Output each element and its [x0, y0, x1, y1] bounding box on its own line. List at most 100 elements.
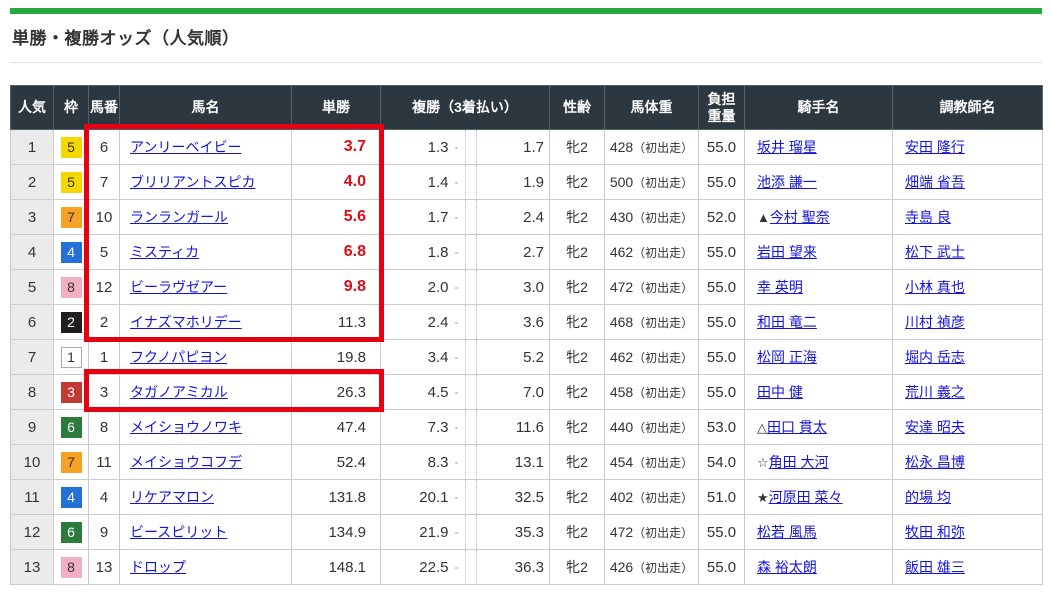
load-weight-cell: 55.0	[699, 165, 745, 200]
place-odds-separator: -	[449, 315, 465, 329]
sex-age-cell: 牝2	[550, 340, 605, 375]
trainer-link[interactable]: 安田 隆行	[905, 139, 965, 155]
jockey-link[interactable]: 坂井 瑠星	[757, 139, 817, 155]
trainer-link[interactable]: 畑端 省吾	[905, 174, 965, 190]
frame-badge: 1	[61, 347, 82, 368]
jockey-cell: 岩田 望来	[745, 235, 893, 270]
jockey-link[interactable]: 岩田 望来	[757, 244, 817, 260]
rank-value: 2	[28, 174, 36, 191]
place-odds: 4.5 - 7.0	[381, 375, 549, 409]
place-odds-max: 2.7	[477, 244, 550, 261]
place-odds-cell: 2.4 - 3.6	[381, 305, 550, 340]
place-odds-separator: -	[449, 280, 465, 294]
place-odds-max: 11.6	[477, 419, 550, 436]
place-odds-min: 7.3	[381, 419, 449, 436]
horse-name-link[interactable]: メイショウノワキ	[130, 419, 242, 435]
load-weight: 51.0	[707, 489, 736, 506]
body-weight-cell: 428（初出走）	[605, 130, 699, 165]
horse-number: 6	[100, 139, 108, 156]
body-weight-cell: 500（初出走）	[605, 165, 699, 200]
rank-value: 12	[24, 524, 41, 541]
load-weight: 55.0	[707, 244, 736, 261]
frame-badge: 6	[61, 522, 82, 543]
sex-age: 牝2	[566, 524, 588, 540]
place-odds-max: 13.1	[477, 454, 550, 471]
body-weight-note: （初出走）	[633, 281, 693, 295]
horse-name-link[interactable]: ビーラヴゼアー	[130, 279, 227, 295]
horse-name-link[interactable]: フクノパピヨン	[130, 349, 227, 365]
load-weight: 55.0	[707, 384, 736, 401]
trainer-cell: 安達 昭夫	[893, 410, 1043, 445]
horse-name-link[interactable]: リケアマロン	[130, 489, 214, 505]
jockey-link[interactable]: 田中 健	[757, 384, 803, 400]
jockey-link[interactable]: 松若 風馬	[757, 524, 817, 540]
trainer-link[interactable]: 堀内 岳志	[905, 349, 965, 365]
rank-cell: 13	[11, 550, 54, 585]
place-odds: 1.3 - 1.7	[381, 130, 549, 164]
horse-name-link[interactable]: ドロップ	[130, 559, 186, 575]
body-weight-note: （初出走）	[633, 246, 693, 260]
horse-name-cell: ドロップ	[120, 550, 292, 585]
body-weight-note: （初出走）	[633, 141, 693, 155]
load-weight: 55.0	[707, 279, 736, 296]
sex-age-cell: 牝2	[550, 515, 605, 550]
jockey-link[interactable]: 松岡 正海	[757, 349, 817, 365]
horse-number-cell: 4	[89, 480, 120, 515]
place-odds-min: 8.3	[381, 454, 449, 471]
place-odds-min: 20.1	[381, 489, 449, 506]
load-weight-cell: 53.0	[699, 410, 745, 445]
jockey-link[interactable]: 森 裕太朗	[757, 559, 817, 575]
load-weight: 53.0	[707, 419, 736, 436]
body-weight: 440	[610, 419, 633, 435]
place-odds-cell: 2.0 - 3.0	[381, 270, 550, 305]
horse-name-link[interactable]: ランランガール	[130, 209, 228, 225]
rank-value: 4	[28, 244, 36, 261]
load-weight-cell: 55.0	[699, 270, 745, 305]
body-weight: 426	[610, 559, 633, 575]
trainer-link[interactable]: 川村 禎彦	[905, 314, 965, 330]
frame-cell: 1	[54, 340, 89, 375]
trainer-link[interactable]: 小林 真也	[905, 279, 965, 295]
trainer-link[interactable]: 安達 昭夫	[905, 419, 965, 435]
horse-name-link[interactable]: メイショウコフデ	[130, 454, 242, 470]
rank-value: 10	[24, 454, 41, 471]
sex-age-cell: 牝2	[550, 270, 605, 305]
load-weight-cell: 55.0	[699, 550, 745, 585]
trainer-link[interactable]: 的場 均	[905, 489, 951, 505]
horse-name-link[interactable]: アンリーベイビー	[130, 139, 241, 155]
trainer-cell: 畑端 省吾	[893, 165, 1043, 200]
place-odds-max: 3.0	[477, 279, 550, 296]
place-odds-divider	[465, 515, 477, 549]
jockey-link[interactable]: 幸 英明	[757, 279, 803, 295]
jockey-link[interactable]: 河原田 菜々	[769, 489, 843, 505]
horse-name-link[interactable]: ミスティカ	[130, 244, 199, 260]
horse-name-link[interactable]: イナズマホリデー	[130, 314, 242, 330]
jockey-link[interactable]: 和田 竜二	[757, 314, 817, 330]
trainer-link[interactable]: 松下 武士	[905, 244, 965, 260]
trainer-link[interactable]: 牧田 和弥	[905, 524, 965, 540]
trainer-link[interactable]: 飯田 雄三	[905, 559, 965, 575]
jockey-link[interactable]: 田口 貫太	[767, 419, 827, 435]
jockey-link[interactable]: 今村 聖奈	[770, 209, 830, 225]
load-weight-cell: 55.0	[699, 235, 745, 270]
trainer-link[interactable]: 寺島 良	[905, 209, 951, 225]
place-odds-separator: -	[449, 420, 465, 434]
body-weight: 500	[610, 174, 633, 190]
sex-age: 牝2	[566, 384, 588, 400]
jockey-cell: ▲今村 聖奈	[745, 200, 893, 235]
jockey-link[interactable]: 池添 謙一	[757, 174, 817, 190]
table-row: 5 8 12 ビーラヴゼアー 9.8 2.0 - 3.0 牝2 472（初出走）…	[11, 270, 1043, 305]
rank-cell: 2	[11, 165, 54, 200]
trainer-link[interactable]: 荒川 義之	[905, 384, 965, 400]
horse-name-link[interactable]: ブリリアントスピカ	[130, 174, 255, 190]
jockey-link[interactable]: 角田 大河	[769, 454, 829, 470]
trainer-link[interactable]: 松永 昌博	[905, 454, 965, 470]
place-odds-min: 21.9	[381, 524, 449, 541]
place-odds-cell: 22.5 - 36.3	[381, 550, 550, 585]
body-weight: 472	[610, 524, 633, 540]
horse-name-link[interactable]: タガノアミカル	[130, 384, 228, 400]
horse-name-link[interactable]: ビースピリット	[130, 524, 227, 540]
win-odds: 131.8	[328, 489, 366, 506]
place-odds-max: 3.6	[477, 314, 550, 331]
place-odds-cell: 8.3 - 13.1	[381, 445, 550, 480]
